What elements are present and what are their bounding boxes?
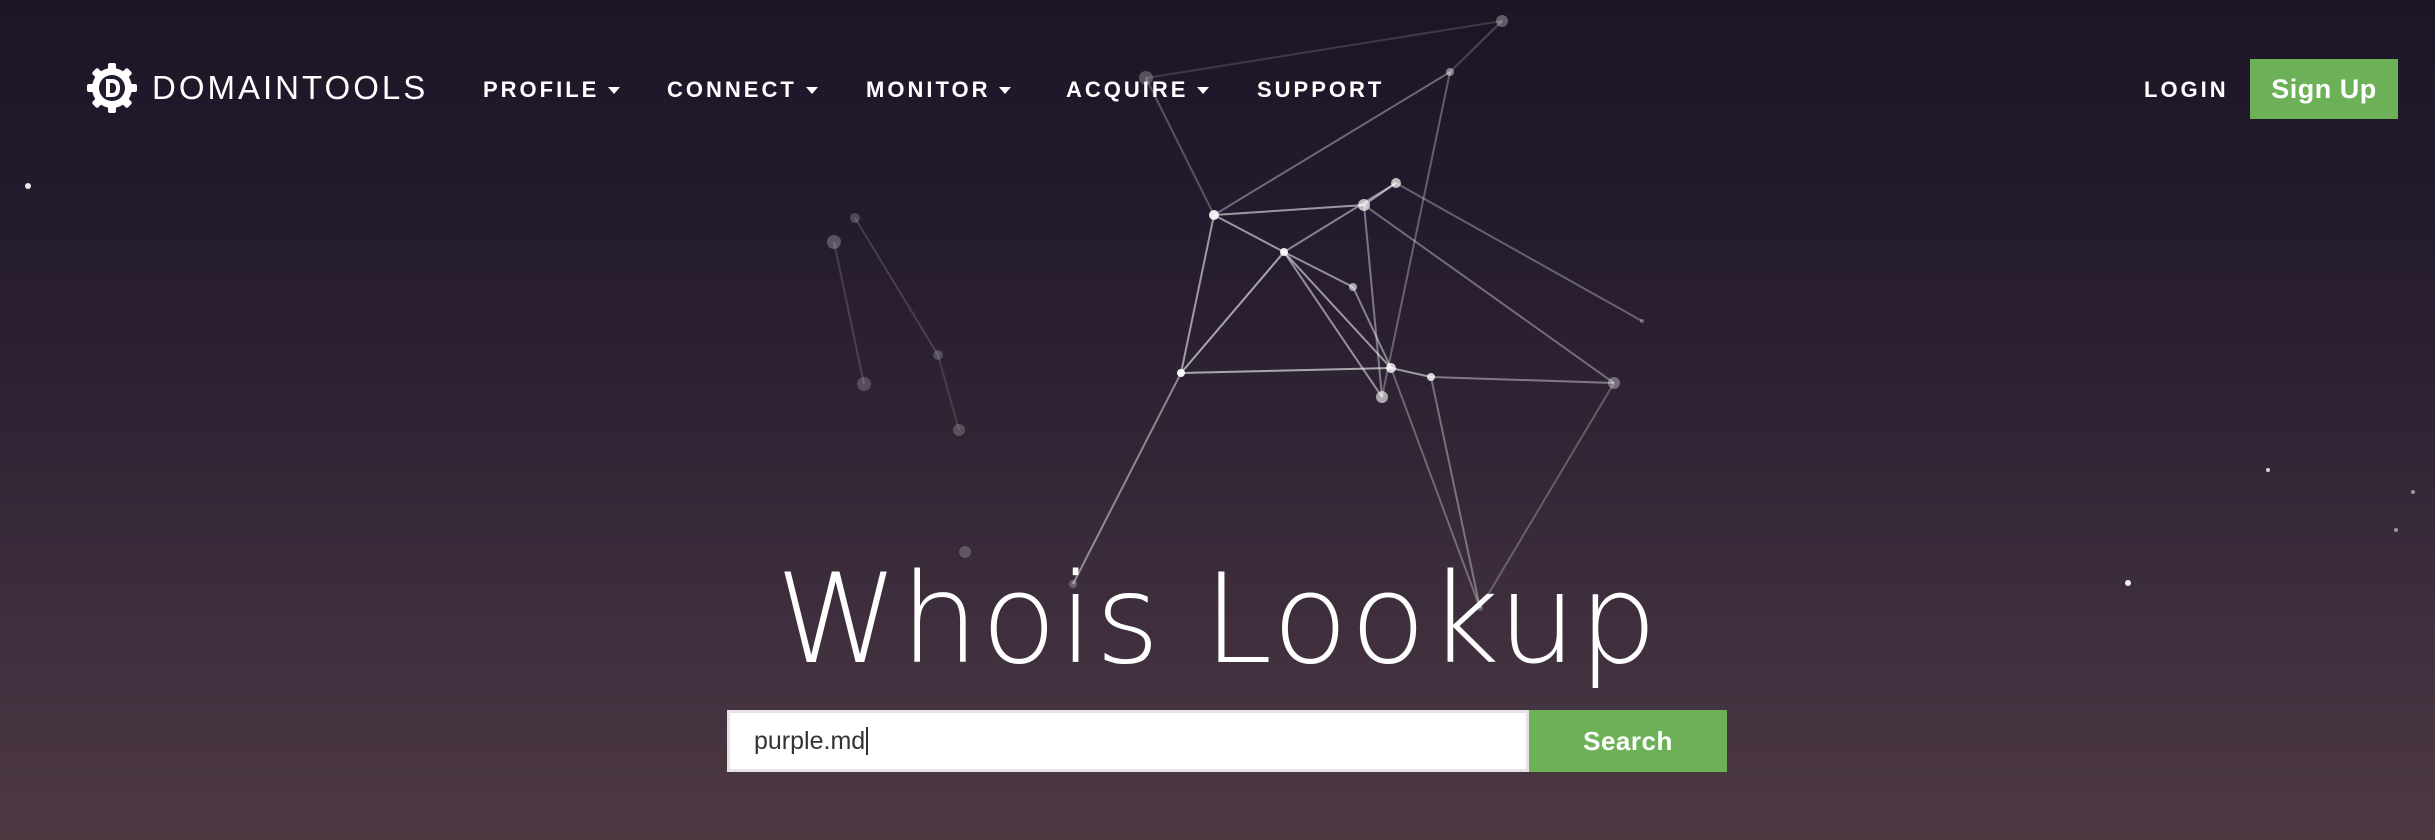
network-node: [933, 350, 943, 360]
network-line: [1283, 251, 1383, 398]
nav-item-monitor[interactable]: MONITOR: [866, 74, 1012, 106]
nav-item-connect[interactable]: CONNECT: [667, 74, 818, 106]
network-line: [1390, 367, 1432, 378]
network-line: [1395, 182, 1643, 322]
network-line: [1213, 214, 1285, 253]
search-input-value: purple.md: [754, 726, 866, 755]
network-node: [1427, 373, 1435, 381]
network-line: [937, 354, 960, 431]
network-node: [1177, 369, 1185, 377]
nav-item-profile[interactable]: PROFILE: [483, 74, 621, 106]
network-node: [1640, 319, 1644, 323]
brand-name: DOMAINTOOLS: [152, 69, 429, 106]
gear-d-logo-icon: [87, 63, 137, 113]
nav-item-label: PROFILE: [483, 77, 600, 102]
network-line: [854, 217, 939, 356]
nav-item-label: CONNECT: [667, 77, 797, 102]
network-node: [1209, 210, 1219, 220]
network-node: [953, 424, 965, 436]
network-node: [1280, 248, 1288, 256]
top-navbar: DOMAINTOOLS PROFILE CONNECT MONITOR ACQU…: [0, 0, 2435, 180]
caret-down-icon: [999, 86, 1012, 94]
caret-down-icon: [608, 86, 621, 94]
network-line: [833, 241, 865, 385]
nav-item-label: ACQUIRE: [1066, 77, 1189, 102]
nav-item-label: SUPPORT: [1257, 77, 1385, 102]
network-line: [1180, 251, 1285, 374]
network-node: [827, 235, 841, 249]
login-link[interactable]: LOGIN: [2144, 74, 2229, 106]
network-node: [2411, 490, 2415, 494]
network-node: [1608, 377, 1620, 389]
nav-item-support[interactable]: SUPPORT: [1257, 74, 1384, 106]
network-line: [1283, 251, 1354, 288]
network-node: [25, 183, 31, 189]
network-node: [850, 213, 860, 223]
network-node: [1386, 363, 1396, 373]
network-line: [1180, 214, 1215, 374]
network-node: [1358, 199, 1370, 211]
whois-search-form: purple.md Search: [727, 710, 1727, 772]
search-button[interactable]: Search: [1529, 710, 1727, 772]
domain-search-input[interactable]: purple.md: [727, 710, 1529, 772]
network-line: [1283, 251, 1392, 369]
network-line: [1283, 182, 1397, 253]
nav-item-label: MONITOR: [866, 77, 991, 102]
network-node: [2266, 468, 2270, 472]
network-node: [2394, 528, 2398, 532]
text-caret: [866, 727, 869, 755]
caret-down-icon: [805, 86, 818, 94]
caret-down-icon: [1197, 86, 1210, 94]
network-line: [1213, 204, 1365, 216]
network-node: [1349, 283, 1357, 291]
network-line: [1430, 376, 1615, 384]
network-node: [857, 377, 871, 391]
brand-logo-link[interactable]: DOMAINTOOLS: [86, 62, 428, 114]
network-node: [1376, 391, 1388, 403]
login-label: LOGIN: [2144, 77, 2229, 102]
network-line: [1363, 204, 1615, 384]
network-line: [1180, 367, 1392, 374]
signup-button[interactable]: Sign Up: [2250, 59, 2398, 119]
nav-item-acquire[interactable]: ACQUIRE: [1066, 74, 1210, 106]
page-title: Whois Lookup: [775, 548, 1660, 692]
